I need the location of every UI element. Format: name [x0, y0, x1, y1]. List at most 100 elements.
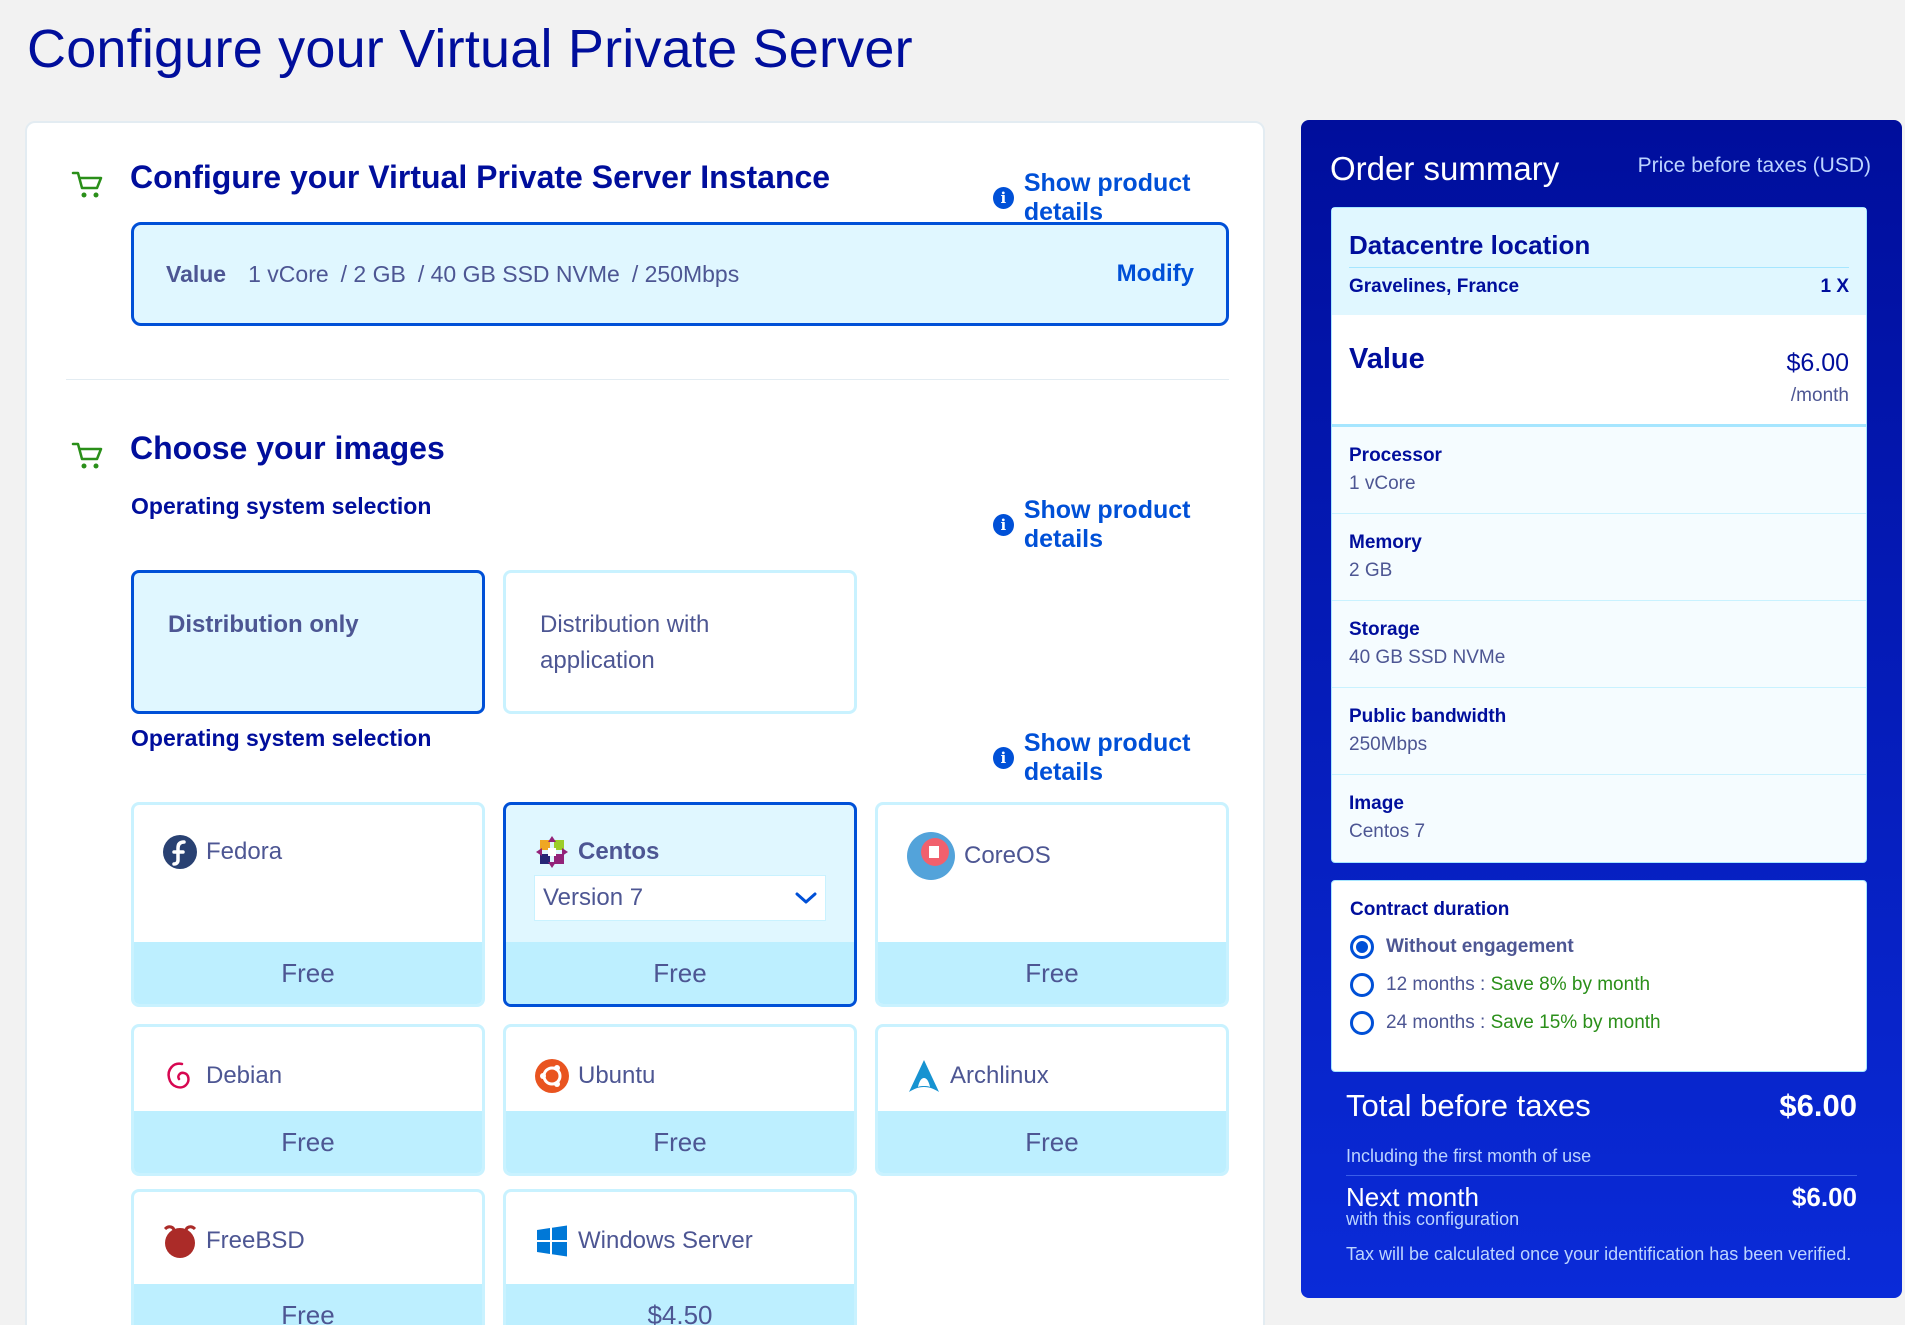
- spec-value: 2 GB: [1349, 560, 1393, 581]
- total-section: Total before taxes $6.00 Including the f…: [1346, 1088, 1857, 1265]
- os-tile-centos[interactable]: Centos Version 7 Free: [503, 802, 857, 1007]
- plan-divider: [1332, 424, 1866, 427]
- spec-value: 1 vCore: [1349, 473, 1416, 494]
- os-tile-ubuntu[interactable]: Ubuntu Free: [503, 1024, 857, 1176]
- os-selection-label: Operating system selection: [131, 493, 432, 519]
- os-tile-fedora[interactable]: Fedora Free: [131, 802, 485, 1007]
- spec-value: 40 GB SSD NVMe: [1349, 647, 1506, 668]
- os-price: $4.50: [506, 1284, 854, 1325]
- order-summary-title: Order summary: [1330, 150, 1560, 187]
- contract-option-no-engagement[interactable]: Without engagement: [1350, 935, 1848, 959]
- spec-image: Image Centos 7: [1332, 775, 1866, 862]
- next-month-amount: $6.00: [1791, 1182, 1857, 1212]
- order-summary-panel: Order summary Price before taxes (USD) D…: [1301, 120, 1902, 1298]
- os-price: Free: [134, 1111, 482, 1173]
- archlinux-logo-icon: [909, 1060, 939, 1092]
- location-title: Datacentre location: [1349, 230, 1849, 268]
- os-show-details-link[interactable]: i Show product details: [993, 729, 1263, 787]
- images-section-title: Choose your images: [130, 430, 445, 466]
- os-tile-debian[interactable]: Debian Free: [131, 1024, 485, 1176]
- spec-memory: Memory 2 GB: [1332, 514, 1866, 601]
- configuration-panel: Configure your Virtual Private Server In…: [25, 121, 1265, 1325]
- info-icon: i: [993, 514, 1014, 536]
- distribution-with-application-tile[interactable]: Distribution with application: [503, 570, 857, 714]
- os-name: FreeBSD: [206, 1227, 305, 1254]
- spec-label: Memory: [1349, 532, 1422, 553]
- datacentre-location: Datacentre location Gravelines, France 1…: [1332, 208, 1866, 329]
- os-name: Windows Server: [578, 1227, 753, 1254]
- debian-logo-icon: [167, 1062, 190, 1089]
- os-tile-freebsd[interactable]: FreeBSD Free: [131, 1189, 485, 1325]
- os-selection-label: Operating system selection: [131, 725, 432, 751]
- plan-price: $6.00: [1786, 349, 1849, 377]
- order-summary-card: Datacentre location Gravelines, France 1…: [1331, 207, 1867, 863]
- tile-label: Distribution with application: [540, 611, 710, 674]
- plan-summary: Value $6.00 /month: [1332, 315, 1866, 427]
- os-tile-windows-server[interactable]: Windows Server $4.50: [503, 1189, 857, 1325]
- spec-label: Processor: [1349, 445, 1442, 466]
- spec-vcore: 1 vCore: [248, 260, 329, 287]
- os-price: Free: [506, 1111, 854, 1173]
- spec-label: Storage: [1349, 619, 1420, 640]
- total-amount: $6.00: [1779, 1088, 1857, 1123]
- contract-option-24-months[interactable]: 24 months : Save 15% by month: [1350, 1011, 1848, 1035]
- images-show-details-link[interactable]: i Show product details: [993, 496, 1263, 554]
- spec-memory: / 2 GB: [340, 260, 406, 287]
- total-label: Total before taxes: [1346, 1088, 1591, 1123]
- option-label: 12 months :: [1386, 974, 1491, 995]
- distribution-only-tile[interactable]: Distribution only: [131, 570, 485, 714]
- os-tile-coreos[interactable]: CoreOS Free: [875, 802, 1229, 1007]
- os-price: Free: [878, 942, 1226, 1004]
- os-name: Debian: [206, 1062, 283, 1089]
- cart-icon: [71, 171, 103, 198]
- coreos-logo-icon: [907, 832, 955, 880]
- freebsd-logo-icon: [163, 1225, 197, 1258]
- spec-processor: Processor 1 vCore: [1332, 427, 1866, 514]
- spec-value: 250Mbps: [1349, 734, 1428, 755]
- total-subtext: Including the first month of use: [1346, 1146, 1857, 1176]
- os-price: Free: [878, 1111, 1226, 1173]
- next-month-subtext: with this configuration: [1346, 1209, 1520, 1229]
- os-name: CoreOS: [964, 842, 1051, 869]
- price-note: Price before taxes (USD): [1637, 154, 1871, 177]
- contract-option-12-months[interactable]: 12 months : Save 8% by month: [1350, 973, 1848, 997]
- ubuntu-logo-icon: [535, 1059, 569, 1093]
- chevron-down-icon: [795, 892, 817, 904]
- contract-duration-box: Contract duration Without engagement 12 …: [1331, 880, 1867, 1072]
- spec-bandwidth: / 250Mbps: [631, 260, 740, 287]
- option-label: Without engagement: [1386, 936, 1574, 957]
- os-price: Free: [506, 942, 854, 1004]
- plan-label: Value: [166, 260, 227, 287]
- spec-storage: / 40 GB SSD NVMe: [417, 260, 620, 287]
- radio-unselected[interactable]: [1350, 973, 1374, 997]
- os-name: Ubuntu: [578, 1062, 656, 1089]
- spec-label: Public bandwidth: [1349, 706, 1507, 727]
- spec-bandwidth: Public bandwidth 250Mbps: [1332, 688, 1866, 775]
- centos-logo-icon: [536, 836, 568, 868]
- os-name: Archlinux: [950, 1062, 1049, 1089]
- location-quantity: 1 X: [1820, 276, 1849, 297]
- os-tile-archlinux[interactable]: Archlinux Free: [875, 1024, 1229, 1176]
- instance-show-details-link[interactable]: i Show product details: [993, 169, 1263, 227]
- tax-note: Tax will be calculated once your identif…: [1346, 1244, 1852, 1264]
- spec-value: Centos 7: [1349, 821, 1426, 842]
- plan-name: Value: [1349, 343, 1425, 375]
- location-name: Gravelines, France: [1349, 276, 1520, 297]
- modify-button[interactable]: Modify: [1117, 260, 1194, 288]
- spec-label: Image: [1349, 793, 1404, 814]
- centos-version-select[interactable]: Version 7: [534, 875, 826, 921]
- details-link-label: Show product details: [1023, 729, 1191, 786]
- option-label: 24 months :: [1386, 1012, 1491, 1033]
- details-link-label: Show product details: [1023, 496, 1191, 553]
- option-savings: Save 8% by month: [1490, 974, 1651, 995]
- radio-selected[interactable]: [1350, 935, 1374, 959]
- cart-icon: [71, 442, 103, 469]
- spec-storage: Storage 40 GB SSD NVMe: [1332, 601, 1866, 688]
- selected-version: Version 7: [543, 884, 644, 911]
- plan-period: /month: [1790, 385, 1849, 406]
- details-link-label: Show product details: [1023, 169, 1191, 226]
- radio-unselected[interactable]: [1350, 1011, 1374, 1035]
- fedora-logo-icon: [163, 835, 197, 869]
- page-title: Configure your Virtual Private Server: [27, 19, 913, 79]
- section-divider: [66, 379, 1229, 380]
